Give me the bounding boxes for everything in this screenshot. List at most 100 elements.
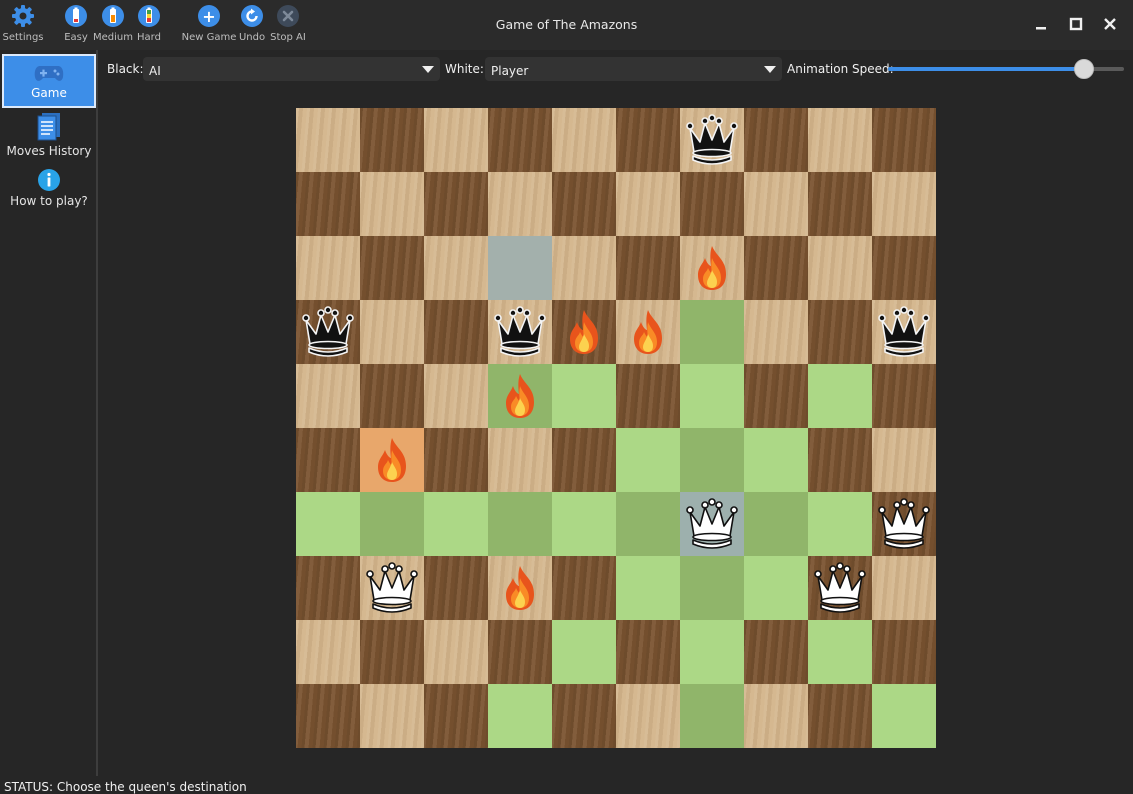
board-square[interactable] [552,236,616,300]
board-square[interactable] [424,364,488,428]
board-square[interactable] [808,300,872,364]
white-queen-icon[interactable] [808,556,872,620]
board-square[interactable] [680,364,744,428]
sidebar-item-moves-history[interactable]: Moves History [2,112,96,166]
board-square[interactable] [872,108,936,172]
maximize-button[interactable] [1066,14,1086,34]
board-square[interactable] [488,108,552,172]
board-square[interactable] [360,620,424,684]
new-game-button[interactable]: + New Game [182,4,236,43]
board-square[interactable] [296,620,360,684]
board-square[interactable] [744,684,808,748]
board-square[interactable] [296,172,360,236]
board-square[interactable] [808,620,872,684]
hard-button[interactable]: Hard [127,4,171,43]
board-square[interactable] [424,428,488,492]
board-square[interactable] [488,172,552,236]
board-square[interactable] [616,108,680,172]
animation-speed-slider[interactable] [888,59,1124,79]
board-square[interactable] [616,492,680,556]
board-square[interactable] [424,684,488,748]
board-square[interactable] [680,172,744,236]
board-square[interactable] [872,684,936,748]
board-square[interactable] [616,428,680,492]
board-square[interactable] [360,364,424,428]
board-square[interactable] [680,428,744,492]
board-square[interactable] [360,172,424,236]
board-square[interactable] [552,428,616,492]
settings-button[interactable]: Settings [1,4,45,43]
board-square[interactable] [552,620,616,684]
board-square[interactable] [488,620,552,684]
board-square[interactable] [808,364,872,428]
board-square[interactable] [616,620,680,684]
board-square[interactable] [296,236,360,300]
board-square[interactable] [616,364,680,428]
board-square[interactable] [296,428,360,492]
board-square[interactable] [872,364,936,428]
board-square[interactable] [616,684,680,748]
white-queen-icon[interactable] [680,492,744,556]
board-square[interactable] [744,492,808,556]
board-square[interactable] [424,620,488,684]
board-square[interactable] [360,236,424,300]
board-square[interactable] [808,428,872,492]
board-square[interactable] [552,172,616,236]
minimize-button[interactable] [1031,14,1051,34]
board-square[interactable] [808,492,872,556]
board-square[interactable] [552,364,616,428]
white-queen-icon[interactable] [360,556,424,620]
board-square[interactable] [744,556,808,620]
board-square[interactable] [296,556,360,620]
board-square[interactable] [296,364,360,428]
board-square[interactable] [424,108,488,172]
board-square[interactable] [360,492,424,556]
white-player-select[interactable]: Player [485,57,782,81]
black-queen-icon[interactable] [872,300,936,364]
board-square[interactable] [744,172,808,236]
board-square[interactable] [680,684,744,748]
stop-ai-button[interactable]: Stop AI [266,4,310,43]
board-square[interactable] [424,492,488,556]
board-square[interactable] [488,428,552,492]
board-square[interactable] [872,172,936,236]
board-square[interactable] [872,236,936,300]
board-square[interactable] [872,428,936,492]
board-square[interactable] [744,364,808,428]
board-square[interactable] [488,684,552,748]
board-square[interactable] [424,172,488,236]
board-square[interactable] [744,428,808,492]
board-square[interactable] [744,620,808,684]
sidebar-item-game[interactable]: Game [2,54,96,108]
board-square[interactable] [424,556,488,620]
white-queen-icon[interactable] [872,492,936,556]
board-square[interactable] [552,556,616,620]
board-square[interactable] [680,556,744,620]
board-square[interactable] [360,108,424,172]
board-square[interactable] [872,620,936,684]
board-square[interactable] [360,684,424,748]
board-square[interactable] [744,108,808,172]
board-square[interactable] [744,300,808,364]
black-player-select[interactable]: AI [143,57,440,81]
black-queen-icon[interactable] [680,108,744,172]
close-button[interactable] [1100,14,1120,34]
board-square[interactable] [808,108,872,172]
board-square[interactable] [616,172,680,236]
board-square[interactable] [680,620,744,684]
board-square[interactable] [552,108,616,172]
board-square[interactable] [616,556,680,620]
board-square[interactable] [680,300,744,364]
game-board[interactable] [296,108,936,749]
board-square[interactable] [488,236,552,300]
black-queen-icon[interactable] [296,300,360,364]
board-square[interactable] [424,300,488,364]
black-queen-icon[interactable] [488,300,552,364]
board-square[interactable] [616,236,680,300]
board-square[interactable] [552,492,616,556]
board-square[interactable] [744,236,808,300]
board-square[interactable] [488,492,552,556]
board-square[interactable] [296,684,360,748]
board-square[interactable] [296,108,360,172]
sidebar-item-how-to-play[interactable]: How to play? [2,168,96,222]
